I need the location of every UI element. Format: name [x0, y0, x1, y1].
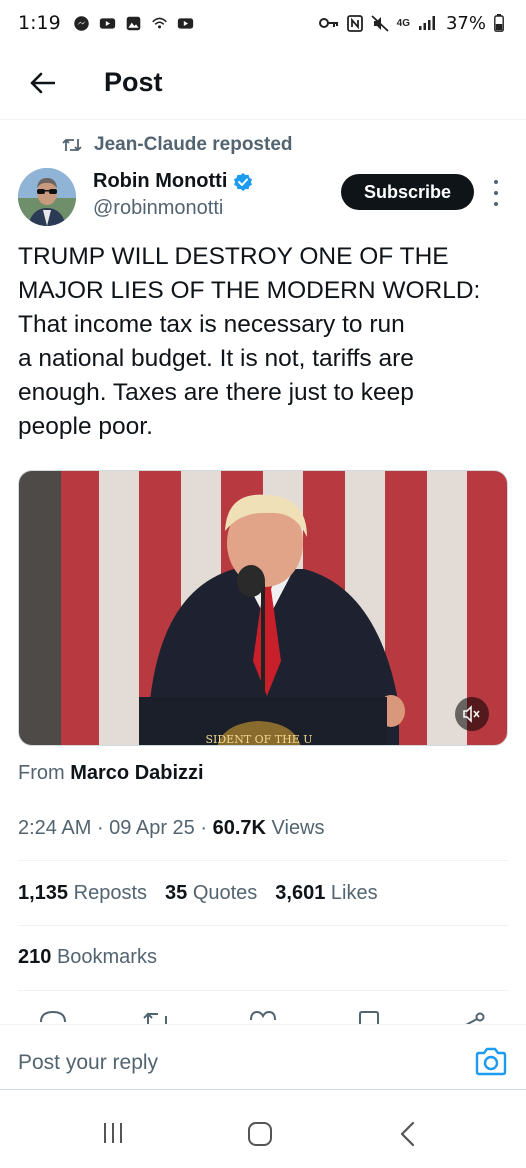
quotes-count: 35	[165, 882, 188, 904]
vpn-key-icon	[318, 18, 338, 28]
youtube-icon	[99, 17, 115, 29]
reposts-stat[interactable]: 1,135 Reposts	[18, 882, 147, 905]
quotes-stat[interactable]: 35 Quotes	[165, 882, 257, 905]
author-name-row[interactable]: Robin Monotti	[93, 170, 253, 193]
podium-seal-text: SIDENT OF THE U	[205, 733, 312, 746]
divider	[18, 925, 508, 926]
reply-input[interactable]: Post your reply	[18, 1051, 158, 1075]
wifi-calling-icon	[151, 17, 167, 28]
divider	[18, 990, 508, 991]
mute-icon	[463, 705, 480, 723]
more-icon-dot	[494, 180, 498, 184]
bookmarks-label: Bookmarks	[56, 946, 157, 968]
battery-icon	[494, 14, 504, 32]
post-time: 2:24 AM	[18, 817, 92, 839]
from-prefix: From	[18, 762, 65, 784]
post-date: 09 Apr 25	[109, 817, 195, 839]
more-icon-dot	[494, 202, 498, 206]
post-stats: 1,135 Reposts 35 Quotes 3,601 Likes	[18, 882, 378, 905]
nfc-icon	[346, 14, 363, 32]
more-icon-dot	[494, 191, 498, 195]
status-time: 1:19	[18, 12, 61, 34]
post-meta: 2:24 AM · 09 Apr 25 · 60.7K Views	[18, 817, 325, 840]
likes-stat[interactable]: 3,601 Likes	[275, 882, 377, 905]
repost-icon	[62, 139, 82, 151]
repost-action-icon[interactable]	[140, 1008, 174, 1024]
reposts-count: 1,135	[18, 882, 69, 904]
post-text: TRUMP WILL DESTROY ONE OF THE MAJOR LIES…	[18, 243, 481, 440]
author-handle[interactable]: @robinmonotti	[93, 197, 223, 220]
reposts-label: Reposts	[73, 882, 147, 904]
reply-icon[interactable]	[38, 1008, 68, 1024]
quotes-label: Quotes	[192, 882, 258, 904]
author-name[interactable]: Robin Monotti	[93, 170, 227, 193]
network-type: 4G	[396, 17, 410, 29]
verified-badge-icon	[234, 172, 253, 191]
page-title: Post	[104, 67, 163, 97]
back-button[interactable]	[22, 63, 62, 103]
repost-label: Jean-Claude reposted	[94, 134, 293, 155]
avatar-image	[18, 168, 76, 226]
back-arrow-icon	[30, 72, 55, 93]
views-label: Views	[271, 817, 325, 839]
youtube-icon-2	[177, 17, 193, 29]
battery-percent: 37%	[445, 12, 486, 34]
bookmark-icon[interactable]	[356, 1008, 382, 1024]
meta-separator: ·	[194, 817, 213, 839]
status-right: 4G 37%	[318, 12, 504, 34]
status-bar: 1:19 4G 37%	[0, 0, 526, 46]
video-frame: SIDENT OF THE U	[19, 471, 507, 746]
home-icon[interactable]	[246, 1120, 274, 1148]
post-header: Post	[0, 46, 526, 120]
status-left: 1:19	[18, 12, 195, 34]
from-attribution[interactable]: From Marco Dabizzi	[18, 762, 204, 785]
meta-separator: ·	[91, 817, 110, 839]
mute-status-icon	[371, 14, 389, 32]
subscribe-button[interactable]: Subscribe	[341, 174, 474, 210]
post-video[interactable]: SIDENT OF THE U	[18, 470, 508, 746]
more-options-button[interactable]	[486, 176, 506, 210]
recents-icon[interactable]	[100, 1120, 126, 1146]
back-icon[interactable]	[396, 1120, 420, 1148]
reply-bar: Post your reply	[0, 1024, 526, 1090]
camera-icon[interactable]	[474, 1047, 508, 1077]
bookmarks-stat[interactable]: 210 Bookmarks	[18, 946, 157, 969]
bookmarks-count: 210	[18, 946, 52, 968]
signal-icon	[418, 16, 435, 30]
like-icon[interactable]	[248, 1008, 278, 1024]
from-name[interactable]: Marco Dabizzi	[70, 762, 203, 784]
repost-context[interactable]: Jean-Claude reposted	[62, 134, 293, 156]
likes-count: 3,601	[275, 882, 326, 904]
share-icon[interactable]	[458, 1008, 488, 1024]
system-nav-bar	[0, 1098, 526, 1168]
action-bar	[0, 1008, 526, 1024]
messenger-icon	[73, 15, 89, 31]
gallery-icon	[126, 16, 140, 30]
mute-button[interactable]	[455, 697, 489, 731]
avatar[interactable]	[18, 168, 76, 226]
likes-label: Likes	[330, 882, 378, 904]
views-count[interactable]: 60.7K	[213, 817, 266, 840]
divider	[18, 860, 508, 861]
